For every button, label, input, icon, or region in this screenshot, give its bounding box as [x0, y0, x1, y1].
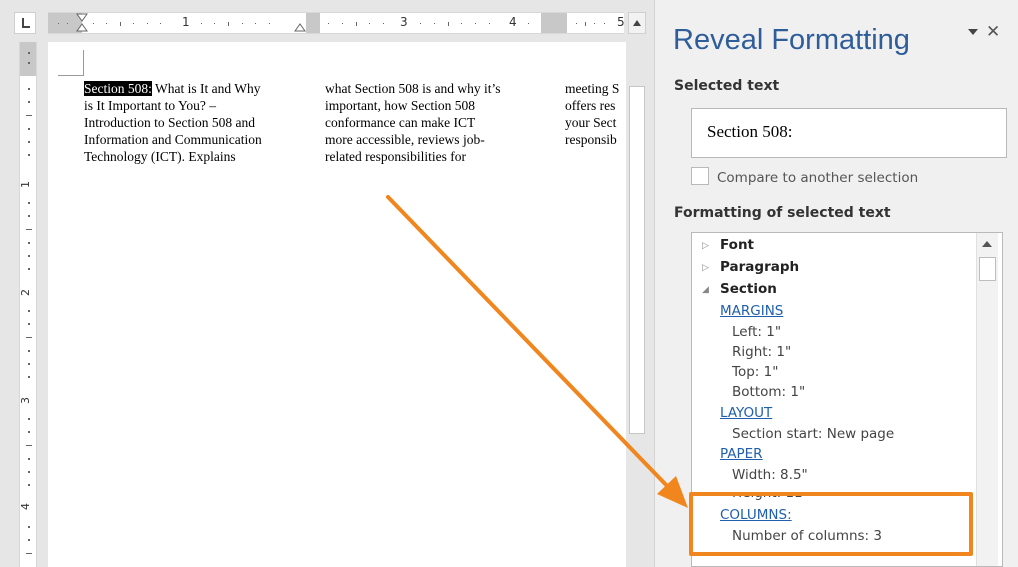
vertical-ruler-number: 1: [19, 181, 32, 188]
selected-text-box: Section 508:: [691, 108, 1007, 158]
close-icon[interactable]: ✕: [986, 22, 1000, 42]
column-line: offers res: [565, 98, 616, 113]
columns-link[interactable]: COLUMNS:: [720, 507, 792, 523]
left-tab-icon: [22, 18, 30, 28]
selected-text-value: Section 508:: [707, 122, 793, 141]
collapse-arrow-icon[interactable]: ◢: [702, 285, 709, 295]
column-line: conformance can make ICT: [325, 115, 476, 130]
first-line-indent-marker: [76, 13, 88, 22]
column-line-text: What is It and Why: [151, 81, 261, 96]
vertical-ruler-ticks: [26, 52, 32, 554]
paper-link[interactable]: PAPER: [720, 446, 763, 462]
margin-top-value: Top: 1": [732, 364, 779, 380]
text-column-3[interactable]: meeting S offers res your Sect responsib: [565, 80, 626, 148]
vertical-ruler-number: 3: [19, 397, 32, 404]
selected-text-highlight[interactable]: Section 508:: [84, 81, 152, 96]
scroll-up-button[interactable]: [628, 12, 646, 34]
text-column-1[interactable]: Section 508: What is It and Why is It Im…: [84, 80, 314, 165]
tree-item-paragraph[interactable]: Paragraph: [720, 259, 799, 275]
margins-link[interactable]: MARGINS: [720, 303, 783, 319]
pane-title: Reveal Formatting: [673, 24, 910, 56]
tree-item-section[interactable]: Section: [720, 281, 777, 297]
column-line: what Section 508 is and why it’s: [325, 81, 501, 96]
expand-arrow-icon[interactable]: ▷: [702, 241, 709, 251]
selected-text-heading: Selected text: [674, 78, 780, 94]
formatting-heading: Formatting of selected text: [674, 205, 891, 221]
formatting-scrollbar[interactable]: [976, 233, 998, 566]
reveal-formatting-pane: Reveal Formatting ✕ Selected text Sectio…: [654, 0, 1018, 567]
column-line: meeting S: [565, 81, 620, 96]
tree-item-font[interactable]: Font: [720, 237, 754, 253]
section-start-value: Section start: New page: [732, 426, 895, 442]
paper-height-value: Height: 11": [732, 485, 809, 501]
column-line: Technology (ICT). Explains: [84, 149, 236, 164]
compare-label[interactable]: Compare to another selection: [717, 170, 918, 186]
horizontal-ruler[interactable]: 1 3 4 5: [48, 12, 625, 34]
margin-corner-mark: [83, 50, 84, 76]
column-line: responsib: [565, 132, 617, 147]
document-page[interactable]: Section 508: What is It and Why is It Im…: [48, 42, 626, 567]
column-line: is It Important to You? –: [84, 98, 217, 113]
document-area: 1 3 4 5 1 2 3 4 Section 508: What is It …: [0, 0, 654, 567]
tab-selector-button[interactable]: [14, 12, 36, 34]
column-line: your Sect: [565, 115, 617, 130]
paper-width-value: Width: 8.5": [732, 467, 808, 483]
margin-corner-mark: [58, 75, 84, 76]
column-line: more accessible, reviews job-: [325, 132, 485, 147]
scroll-up-arrow-icon[interactable]: [982, 241, 992, 247]
ruler-ticks: [58, 13, 605, 32]
column-line: Information and Communication: [84, 132, 262, 147]
vertical-ruler-number: 2: [19, 289, 32, 296]
margin-bottom-value: Bottom: 1": [732, 384, 806, 400]
formatting-tree: ▷ Font ▷ Paragraph ◢ Section MARGINS Lef…: [691, 232, 1003, 567]
margin-left-value: Left: 1": [732, 324, 782, 340]
column-line: Section 508: What is It and Why: [84, 80, 314, 97]
margin-right-value: Right: 1": [732, 344, 792, 360]
vertical-ruler[interactable]: 1 2 3 4: [19, 42, 37, 567]
vertical-ruler-number: 4: [19, 503, 32, 510]
document-scroll-thumb[interactable]: [629, 86, 645, 434]
expand-arrow-icon[interactable]: ▷: [702, 263, 709, 273]
layout-link[interactable]: LAYOUT: [720, 405, 772, 421]
text-column-2[interactable]: what Section 508 is and why it’s importa…: [325, 80, 555, 165]
number-of-columns-value: Number of columns: 3: [732, 528, 882, 544]
document-scrollbar[interactable]: [628, 34, 646, 567]
column-line: Introduction to Section 508 and: [84, 115, 255, 130]
column-line: important, how Section 508: [325, 98, 475, 113]
column-line: related responsibilities for: [325, 149, 466, 164]
hanging-indent-marker: [76, 23, 88, 32]
formatting-scroll-thumb[interactable]: [979, 257, 996, 281]
right-indent-marker: [294, 23, 306, 32]
chevron-down-icon[interactable]: [968, 29, 978, 35]
compare-checkbox[interactable]: [691, 167, 709, 185]
